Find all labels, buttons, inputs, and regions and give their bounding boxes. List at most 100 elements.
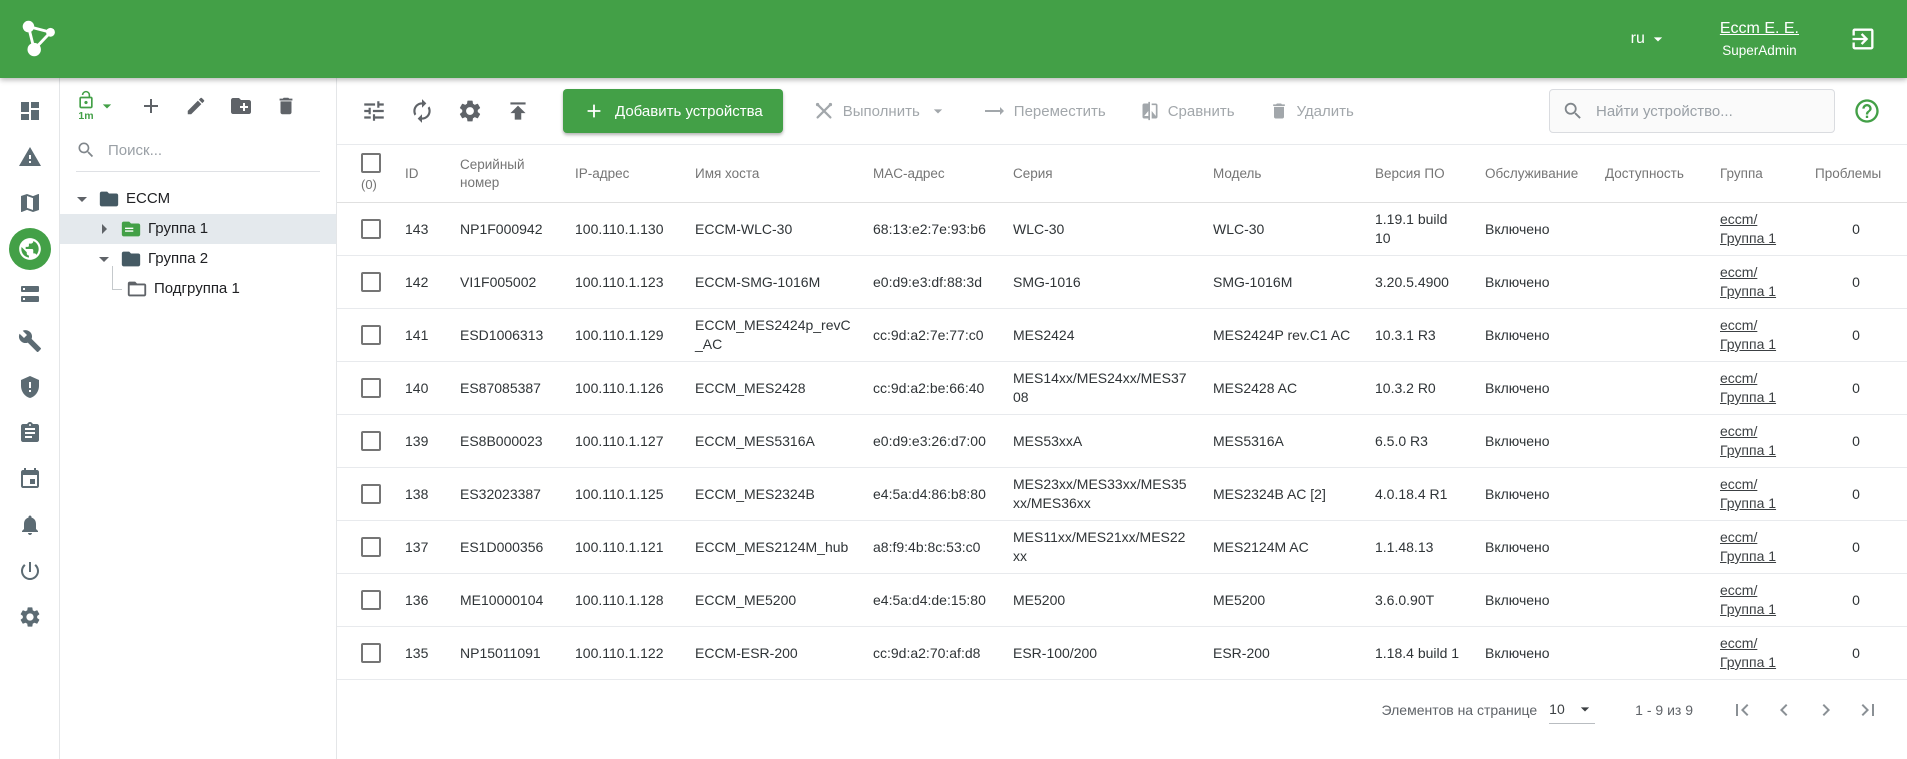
- refresh-button[interactable]: [409, 98, 435, 124]
- delete-group-button[interactable]: [275, 95, 297, 117]
- row-checkbox[interactable]: [361, 431, 381, 451]
- table-row[interactable]: 135 NP15011091 100.110.1.122 ECCM-ESR-20…: [337, 627, 1907, 680]
- firmware-cell: 1.1.48.13: [1363, 521, 1473, 574]
- help-button[interactable]: [1851, 95, 1883, 127]
- table-row[interactable]: 138 ES32023387 100.110.1.125 ECCM_MES232…: [337, 468, 1907, 521]
- table-row[interactable]: 143 NP1F000942 100.110.1.130 ECCM-WLC-30…: [337, 203, 1907, 256]
- tree-node-group1[interactable]: Группа 1: [60, 214, 336, 244]
- table-row[interactable]: 142 VI1F005002 100.110.1.123 ECCM-SMG-10…: [337, 256, 1907, 309]
- table-settings-button[interactable]: [457, 98, 483, 124]
- checkbox-cell: [337, 256, 393, 309]
- serial-cell: ES1D000356: [448, 521, 563, 574]
- series-cell: MES11xx/MES21xx/MES22xx: [1001, 521, 1201, 574]
- table-row[interactable]: 140 ES87085387 100.110.1.126 ECCM_MES242…: [337, 362, 1907, 415]
- nav-tasks[interactable]: [9, 412, 51, 454]
- execute-button[interactable]: Выполнить: [813, 100, 948, 122]
- col-header-group: Группа: [1708, 145, 1803, 203]
- row-checkbox[interactable]: [361, 325, 381, 345]
- row-checkbox[interactable]: [361, 484, 381, 504]
- tree-node-subgroup1[interactable]: Подгруппа 1: [60, 274, 336, 304]
- power-icon: [18, 559, 42, 583]
- group-parent-link[interactable]: eccm/: [1720, 369, 1757, 388]
- nav-racks[interactable]: [9, 274, 51, 316]
- row-checkbox[interactable]: [361, 272, 381, 292]
- nav-map[interactable]: [9, 182, 51, 224]
- device-search-input[interactable]: [1594, 102, 1822, 121]
- tree-node-label: Подгруппа 1: [154, 280, 240, 297]
- group-link[interactable]: Группа 1: [1720, 547, 1776, 566]
- nav-devices[interactable]: [9, 228, 51, 270]
- group-cell: eccm/ Группа 1: [1708, 362, 1803, 415]
- group-parent-link[interactable]: eccm/: [1720, 475, 1757, 494]
- user-name-link[interactable]: Eccm E. E.: [1720, 19, 1799, 39]
- nav-settings[interactable]: [9, 596, 51, 638]
- group-link[interactable]: Группа 1: [1720, 282, 1776, 301]
- new-folder-button[interactable]: [229, 94, 253, 118]
- logout-button[interactable]: [1845, 21, 1881, 57]
- group-parent-link[interactable]: eccm/: [1720, 528, 1757, 547]
- nav-maintenance[interactable]: [9, 320, 51, 362]
- group-link[interactable]: Группа 1: [1720, 335, 1776, 354]
- group-parent-link[interactable]: eccm/: [1720, 634, 1757, 653]
- group-link[interactable]: Группа 1: [1720, 494, 1776, 513]
- series-cell: WLC-30: [1001, 203, 1201, 256]
- group-link[interactable]: Группа 1: [1720, 653, 1776, 672]
- move-arrow-icon: [982, 99, 1006, 123]
- group-link[interactable]: Группа 1: [1720, 388, 1776, 407]
- lock-icon: [76, 90, 96, 110]
- group-parent-link[interactable]: eccm/: [1720, 210, 1757, 229]
- delete-button[interactable]: Удалить: [1269, 101, 1354, 121]
- group-parent-link[interactable]: eccm/: [1720, 581, 1757, 600]
- group-link[interactable]: Группа 1: [1720, 441, 1776, 460]
- nav-notifications[interactable]: [9, 504, 51, 546]
- mac-cell: cc:9d:a2:be:66:40: [861, 362, 1001, 415]
- group-link[interactable]: Группа 1: [1720, 600, 1776, 619]
- select-all-checkbox[interactable]: [361, 153, 381, 173]
- group-parent-link[interactable]: eccm/: [1720, 422, 1757, 441]
- per-page-select[interactable]: 10: [1549, 697, 1595, 724]
- upload-icon: [505, 98, 531, 124]
- group-link[interactable]: Группа 1: [1720, 229, 1776, 248]
- tree-node-eccm[interactable]: ECCM: [60, 184, 336, 214]
- nav-dashboard[interactable]: [9, 90, 51, 132]
- collapse-arrow-icon[interactable]: [70, 187, 94, 211]
- table-row[interactable]: 139 ES8B000023 100.110.1.127 ECCM_MES531…: [337, 415, 1907, 468]
- sync-period-button[interactable]: 1m: [76, 90, 117, 122]
- expand-arrow-icon[interactable]: [92, 217, 116, 241]
- move-button[interactable]: Переместить: [982, 99, 1106, 123]
- maintenance-cell: Включено: [1473, 362, 1593, 415]
- tree-search-input[interactable]: [106, 141, 320, 160]
- table-row[interactable]: 141 ESD1006313 100.110.1.129 ECCM_MES242…: [337, 309, 1907, 362]
- next-page-button[interactable]: [1805, 689, 1847, 731]
- filter-columns-button[interactable]: [361, 98, 387, 124]
- id-cell: 137: [393, 521, 448, 574]
- row-checkbox[interactable]: [361, 590, 381, 610]
- language-selector[interactable]: ru: [1625, 28, 1674, 50]
- edit-group-button[interactable]: [185, 95, 207, 117]
- chevron-down-icon: [1575, 699, 1595, 719]
- row-checkbox[interactable]: [361, 219, 381, 239]
- folder-icon: [98, 188, 120, 210]
- row-checkbox[interactable]: [361, 643, 381, 663]
- nav-power[interactable]: [9, 550, 51, 592]
- compare-button[interactable]: Сравнить: [1140, 101, 1235, 121]
- nav-calendar[interactable]: [9, 458, 51, 500]
- first-page-button[interactable]: [1721, 689, 1763, 731]
- add-group-button[interactable]: [139, 94, 163, 118]
- export-button[interactable]: [505, 98, 531, 124]
- settings-gear-icon: [18, 605, 42, 629]
- row-checkbox[interactable]: [361, 537, 381, 557]
- group-parent-link[interactable]: eccm/: [1720, 316, 1757, 335]
- prev-page-button[interactable]: [1763, 689, 1805, 731]
- group-parent-link[interactable]: eccm/: [1720, 263, 1757, 282]
- last-page-button[interactable]: [1847, 689, 1889, 731]
- tree-node-group2[interactable]: Группа 2: [60, 244, 336, 274]
- col-header-mac: MAC-адрес: [861, 145, 1001, 203]
- table-row[interactable]: 136 ME10000104 100.110.1.128 ECCM_ME5200…: [337, 574, 1907, 627]
- nav-alarms[interactable]: [9, 136, 51, 178]
- row-checkbox[interactable]: [361, 378, 381, 398]
- add-devices-button[interactable]: Добавить устройства: [563, 89, 783, 133]
- nav-security[interactable]: [9, 366, 51, 408]
- table-row[interactable]: 137 ES1D000356 100.110.1.121 ECCM_MES212…: [337, 521, 1907, 574]
- col-header-ip: IP-адрес: [563, 145, 683, 203]
